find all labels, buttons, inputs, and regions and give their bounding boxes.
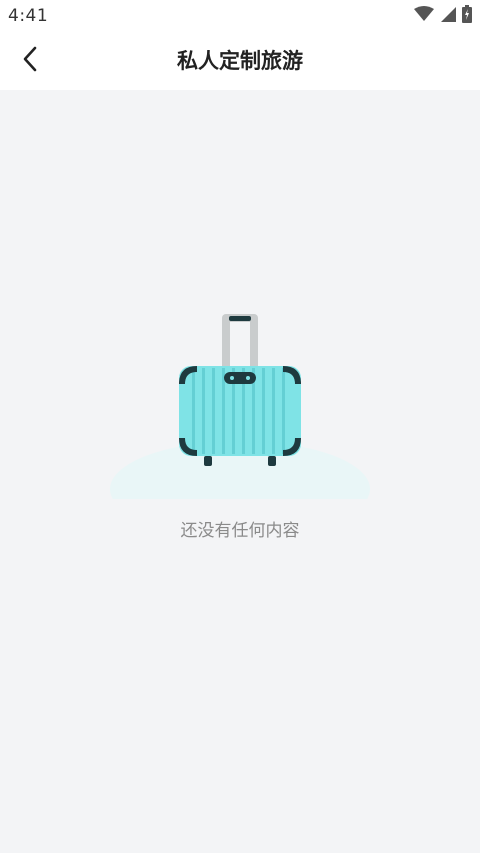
status-bar: 4:41	[0, 0, 480, 32]
status-time: 4:41	[8, 6, 49, 26]
signal-icon	[440, 6, 456, 26]
battery-icon	[462, 5, 472, 27]
status-icons	[414, 5, 472, 27]
suitcase-icon	[100, 304, 380, 537]
page-title: 私人定制旅游	[177, 49, 303, 73]
main-content: 还没有任何内容	[0, 90, 480, 853]
empty-state-message: 还没有任何内容	[180, 521, 300, 541]
header: 私人定制旅游	[0, 32, 480, 90]
wifi-icon	[414, 6, 434, 26]
